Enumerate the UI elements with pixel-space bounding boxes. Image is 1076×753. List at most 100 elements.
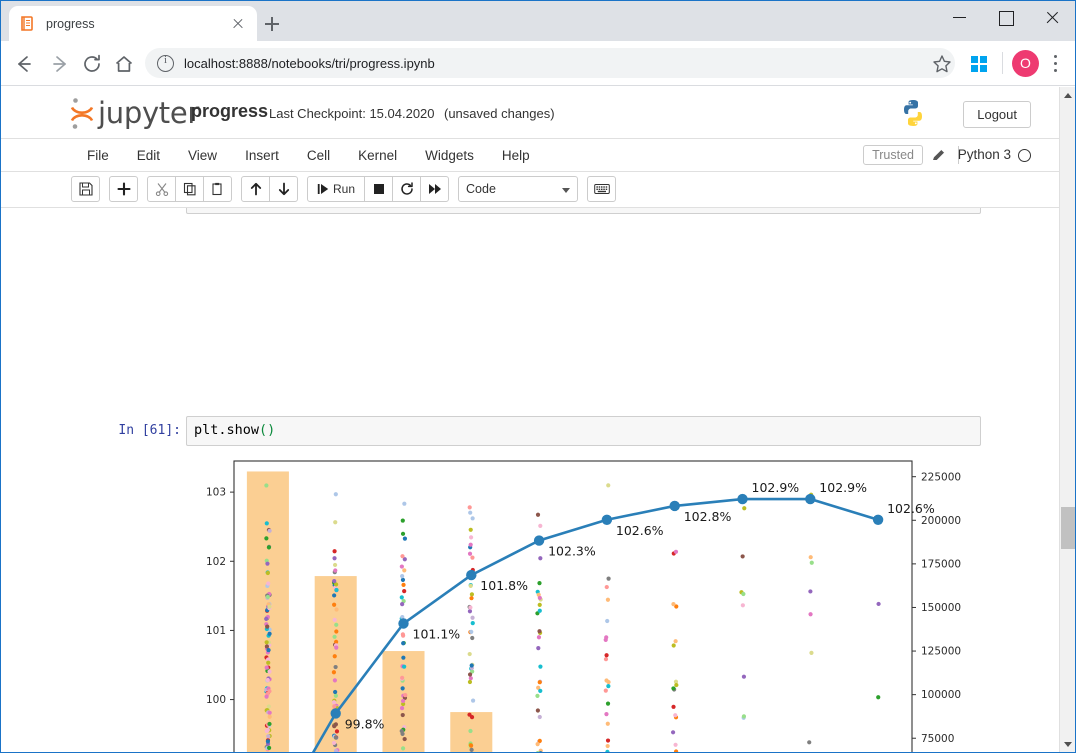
page-scrollbar[interactable] — [1059, 87, 1075, 752]
cut-button[interactable] — [147, 176, 176, 202]
menu-edit[interactable]: Edit — [123, 142, 174, 169]
chart-scatter-point — [674, 682, 679, 688]
copy-button[interactable] — [175, 176, 204, 202]
chart-scatter-point — [467, 672, 473, 677]
menu-file[interactable]: File — [73, 142, 123, 169]
pencil-icon[interactable] — [931, 147, 947, 163]
chart-line-marker — [398, 618, 409, 629]
site-info-icon[interactable] — [157, 54, 174, 72]
cell-type-select[interactable]: Code — [458, 176, 579, 202]
paste-button[interactable] — [203, 176, 232, 202]
close-icon[interactable] — [229, 15, 247, 33]
chart-scatter-point — [332, 549, 337, 554]
window-close-button[interactable] — [1029, 1, 1075, 33]
menu-help[interactable]: Help — [488, 142, 544, 169]
new-tab-icon[interactable] — [259, 11, 285, 37]
jupyter-menubar: File Edit View Insert Cell Kernel Widget… — [1, 139, 1059, 172]
restart-and-run-all-button[interactable] — [420, 176, 450, 202]
bookmark-star-icon[interactable] — [931, 53, 953, 75]
chart-scatter-point — [265, 570, 270, 576]
chart-scatter-point — [740, 554, 745, 559]
chart-scatter-point — [538, 688, 543, 694]
browser-tab[interactable]: progress — [9, 6, 257, 41]
chart-scatter-point — [332, 579, 337, 584]
left-axis-tick-label: 101 — [206, 625, 226, 637]
home-icon[interactable] — [109, 49, 139, 79]
chart-scatter-point — [537, 602, 542, 608]
chart-scatter-point — [671, 602, 676, 607]
chart-scatter-point — [538, 556, 543, 561]
chart-scatter-point — [401, 641, 406, 646]
chart-scatter-point — [400, 632, 405, 637]
scroll-up-icon[interactable] — [1060, 87, 1075, 103]
notebook-body[interactable]: In [61]: plt.show() 9899100101102103 025… — [1, 208, 1059, 752]
scroll-down-icon[interactable] — [1060, 736, 1075, 752]
chart-scatter-point — [606, 683, 611, 689]
trusted-badge[interactable]: Trusted — [863, 145, 923, 165]
menu-insert[interactable]: Insert — [231, 142, 293, 169]
right-axis-tick-label: 125000 — [921, 646, 961, 658]
right-axis-tick-label: 150000 — [921, 602, 961, 614]
move-cell-down-button[interactable] — [269, 176, 298, 202]
run-cell-button[interactable]: Run — [307, 176, 366, 202]
chevron-down-icon — [562, 188, 571, 193]
window-maximize-button[interactable] — [983, 1, 1029, 33]
forward-icon[interactable] — [45, 49, 75, 79]
insert-cell-below-button[interactable] — [109, 176, 138, 202]
chart-scatter-point — [264, 483, 269, 488]
chart-scatter-point — [537, 714, 542, 720]
window-minimize-button[interactable] — [937, 1, 983, 33]
chart-scatter-point — [535, 708, 540, 713]
menu-view[interactable]: View — [174, 142, 231, 169]
menu-kernel[interactable]: Kernel — [344, 142, 411, 169]
code-cell-above-clipped[interactable] — [186, 208, 981, 214]
notebook-icon — [19, 15, 36, 32]
chart-scatter-point — [334, 607, 339, 612]
restart-kernel-button[interactable] — [392, 176, 422, 202]
chart-scatter-point — [267, 714, 272, 719]
chart-scatter-point — [333, 722, 338, 727]
menu-cell[interactable]: Cell — [293, 142, 344, 169]
chart-scatter-point — [333, 693, 338, 698]
right-axis-tick-label: 75000 — [921, 733, 954, 745]
windows-logo-icon[interactable] — [971, 56, 987, 72]
command-palette-button[interactable] — [587, 176, 617, 202]
scrollbar-thumb[interactable] — [1061, 507, 1075, 549]
chart-scatter-point — [266, 647, 271, 653]
chart-scatter-point — [334, 645, 339, 650]
chart-scatter-point — [264, 665, 269, 670]
avatar[interactable]: O — [1012, 50, 1039, 77]
code-cell-input[interactable]: plt.show() — [186, 416, 981, 446]
chart-scatter-point — [334, 729, 340, 734]
chart-scatter-point — [401, 655, 406, 660]
chart-scatter-point — [332, 678, 337, 683]
python-logo-icon — [897, 97, 929, 129]
interrupt-kernel-button[interactable] — [364, 176, 394, 202]
chart-scatter-point — [400, 577, 406, 582]
code-token-parens: () — [259, 422, 276, 438]
menu-widgets[interactable]: Widgets — [411, 142, 488, 169]
chart-scatter-point — [333, 520, 338, 525]
chart-scatter-point — [467, 712, 472, 717]
chart-scatter-point — [605, 743, 610, 749]
chart-scatter-point — [400, 518, 405, 523]
chart-scatter-point — [267, 669, 272, 674]
save-button[interactable] — [71, 176, 100, 202]
reload-icon[interactable] — [77, 49, 107, 79]
chart-point-label: 102.3% — [548, 544, 596, 559]
notebook-name[interactable]: progress — [191, 101, 268, 122]
address-bar[interactable]: localhost:8888/notebooks/tri/progress.ip… — [145, 48, 955, 78]
jupyter-logo[interactable]: jupyter — [69, 94, 199, 132]
chart-scatter-point — [470, 516, 475, 521]
chart-scatter-point — [808, 612, 813, 617]
move-cell-up-button[interactable] — [241, 176, 270, 202]
chart-scatter-point — [605, 738, 611, 743]
chart-scatter-point — [603, 688, 608, 693]
save-group — [71, 176, 100, 202]
chart-scatter-point — [537, 595, 542, 601]
back-icon[interactable] — [9, 49, 39, 79]
chart-scatter-point — [605, 597, 611, 602]
chrome-menu-icon[interactable] — [1045, 51, 1067, 77]
logout-button[interactable]: Logout — [963, 101, 1031, 128]
chart-scatter-point — [605, 721, 610, 726]
